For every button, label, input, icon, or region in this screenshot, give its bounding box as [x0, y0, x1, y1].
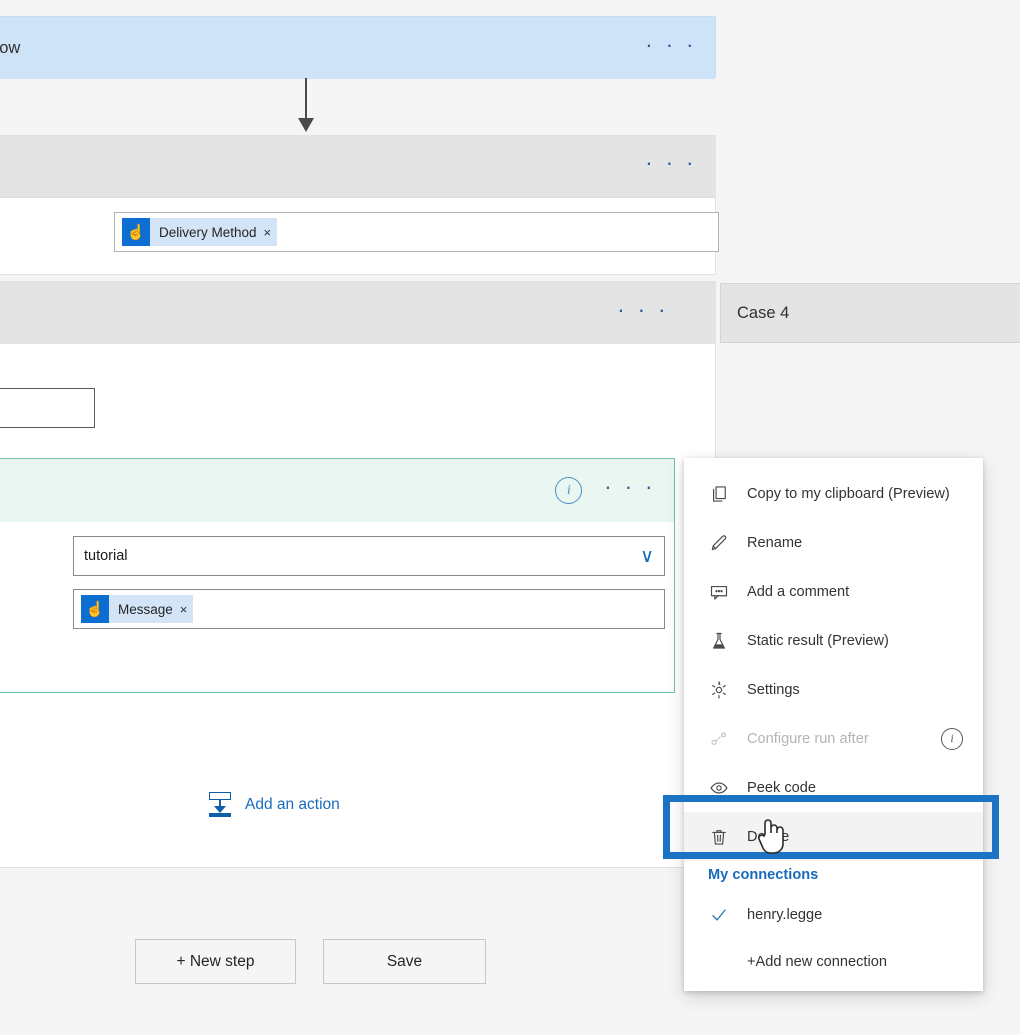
menu-item-label: Add a comment: [747, 583, 850, 600]
add-an-action-button[interactable]: Add an action: [207, 792, 340, 818]
context-menu-connections: henry.legge +Add new connection: [684, 891, 983, 985]
menu-item-label: Configure run after: [747, 730, 869, 747]
menu-item-label: Static result (Preview): [747, 632, 889, 649]
channel-field-label: e: [0, 548, 73, 564]
show-advanced-options-toggle[interactable]: d options ∨: [0, 642, 674, 692]
chevron-down-icon[interactable]: ∨: [640, 546, 654, 566]
send-message-more-menu-button[interactable]: · · ·: [604, 476, 656, 505]
menu-item-peek-code[interactable]: Peek code: [684, 763, 983, 812]
menu-item-add-a-comment[interactable]: Add a comment: [684, 567, 983, 616]
flow-designer-canvas: anually trigger a flow · · · itch · · · …: [0, 0, 1020, 1035]
case-value-input[interactable]: [0, 388, 95, 428]
switch-card[interactable]: itch · · · ☝ Delivery Method ×: [0, 135, 719, 275]
run-after-icon: [708, 728, 730, 750]
message-field-row: ☝ Message ×: [0, 589, 674, 629]
case-card-header: · · ·: [0, 282, 715, 344]
switch-card-more-menu-button[interactable]: · · ·: [645, 152, 697, 181]
flask-icon: [708, 630, 730, 652]
case4-card[interactable]: Case 4: [720, 283, 1020, 343]
copy-icon: [708, 483, 730, 505]
menu-item-label: Settings: [747, 681, 800, 698]
menu-item-settings[interactable]: Settings: [684, 665, 983, 714]
message-token[interactable]: ☝ Message ×: [81, 595, 194, 623]
context-menu-items: Copy to my clipboard (Preview) Rename Add …: [684, 469, 983, 861]
manual-trigger-icon: ☝: [81, 595, 109, 623]
switch-card-header: itch · · ·: [0, 136, 715, 198]
gear-icon: [708, 679, 730, 701]
menu-item-label: Rename: [747, 534, 803, 551]
trigger-card-title: anually trigger a flow: [0, 38, 21, 57]
menu-item-copy-to-my-clipboard-preview[interactable]: Copy to my clipboard (Preview): [684, 469, 983, 518]
message-field-input[interactable]: ☝ Message ×: [73, 589, 665, 629]
case4-card-title: Case 4: [737, 303, 790, 322]
new-step-button[interactable]: + New step: [135, 939, 296, 984]
info-icon[interactable]: i: [555, 477, 583, 504]
channel-combobox-value: tutorial: [84, 548, 128, 564]
send-message-card-title: message: [0, 481, 555, 500]
menu-item-configure-run-after: Configure run after i: [684, 714, 983, 763]
menu-item-label: Delete: [747, 828, 790, 845]
trigger-card-header: anually trigger a flow · · ·: [0, 17, 715, 79]
flow-connector-arrow: [298, 78, 314, 132]
connection-label: henry.legge: [747, 906, 823, 923]
switch-card-body: ☝ Delivery Method ×: [0, 198, 719, 274]
delivery-method-token-remove-icon[interactable]: ×: [264, 225, 272, 240]
menu-item-label: Peek code: [747, 779, 816, 796]
my-connections-title: My connections: [708, 867, 819, 883]
switch-on-field[interactable]: ☝ Delivery Method ×: [114, 212, 719, 252]
trash-icon: [708, 826, 730, 848]
menu-item-label: Copy to my clipboard (Preview): [747, 485, 950, 502]
menu-item-rename[interactable]: Rename: [684, 518, 983, 567]
message-token-remove-icon[interactable]: ×: [180, 602, 188, 617]
info-icon[interactable]: i: [941, 727, 963, 750]
save-button[interactable]: Save: [323, 939, 486, 984]
channel-field-row: e tutorial ∨: [0, 536, 674, 576]
eye-icon: [708, 777, 730, 799]
pencil-icon: [708, 532, 730, 554]
menu-item-static-result-preview[interactable]: Static result (Preview): [684, 616, 983, 665]
add-action-icon: [207, 792, 235, 818]
case-card-more-menu-button[interactable]: · · ·: [617, 298, 669, 328]
delivery-method-token[interactable]: ☝ Delivery Method ×: [122, 218, 278, 246]
trigger-card-more-menu-button[interactable]: · · ·: [645, 33, 697, 63]
message-token-label: Message: [118, 601, 173, 617]
add-new-connection-button[interactable]: +Add new connection: [684, 938, 983, 985]
send-message-card-header: message i · · ·: [0, 459, 674, 522]
delivery-method-token-label: Delivery Method: [159, 224, 257, 240]
comment-icon: [708, 581, 730, 603]
switch-card-title: itch: [0, 157, 645, 176]
manual-trigger-icon: ☝: [122, 218, 150, 246]
connection-item[interactable]: henry.legge: [684, 891, 983, 938]
connection-label: +Add new connection: [747, 953, 887, 970]
action-context-menu: Copy to my clipboard (Preview) Rename Add …: [684, 458, 983, 991]
send-message-card-body: e tutorial ∨ ☝ Message × d options: [0, 522, 674, 692]
add-an-action-label: Add an action: [245, 796, 340, 813]
send-message-card[interactable]: message i · · · e tutorial ∨ ☝ Message ×: [0, 458, 675, 693]
channel-combobox[interactable]: tutorial ∨: [73, 536, 665, 576]
check-icon: [708, 906, 730, 924]
trigger-card[interactable]: anually trigger a flow · · ·: [0, 16, 716, 79]
menu-item-delete[interactable]: Delete: [684, 812, 983, 861]
